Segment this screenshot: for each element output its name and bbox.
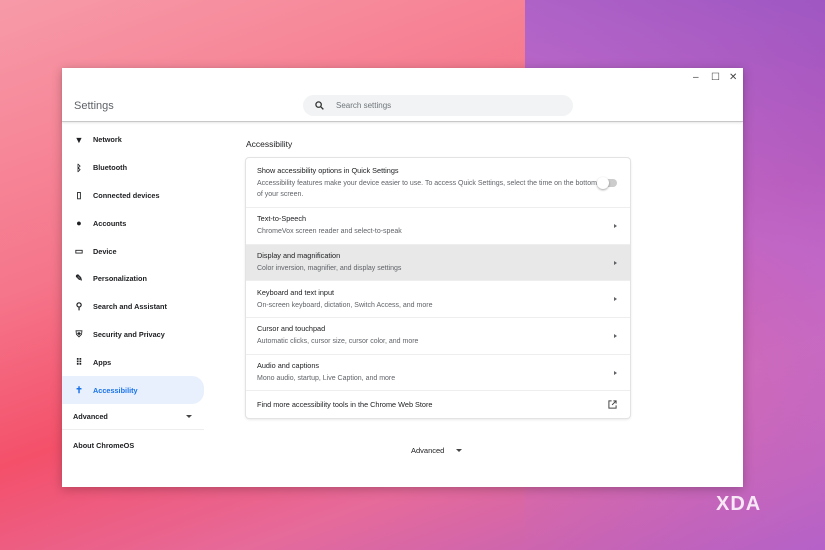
row-desc: On-screen keyboard, dictation, Switch Ac… bbox=[257, 301, 433, 309]
chevron-right-icon bbox=[614, 297, 617, 302]
sidebar: ▼ Network ᛒ Bluetooth ▯ Connected devices ●… bbox=[62, 126, 204, 450]
row-desc: Color inversion, magnifier, and display … bbox=[257, 265, 402, 273]
sidebar-item-about[interactable]: About ChromeOS bbox=[62, 430, 204, 450]
row-title: Audio and captions bbox=[257, 361, 320, 371]
sidebar-item-apps[interactable]: ⠿ Apps bbox=[62, 348, 204, 376]
sidebar-item-label: Accounts bbox=[93, 218, 127, 228]
open-in-new-icon bbox=[608, 400, 617, 410]
chevron-right-icon bbox=[614, 260, 617, 265]
sidebar-item-label: Bluetooth bbox=[93, 163, 128, 173]
sidebar-item-search-and-assistant[interactable]: ⚲ Search and Assistant bbox=[62, 293, 204, 321]
apps-grid-icon: ⠿ bbox=[75, 356, 83, 367]
sidebar-item-label: Network bbox=[93, 135, 122, 145]
brush-icon: ✎ bbox=[75, 273, 83, 284]
sidebar-item-label: Accessibility bbox=[93, 385, 138, 395]
app-title: Settings bbox=[74, 100, 114, 112]
text-to-speech-row[interactable]: Text-to-Speech ChromeVox screen reader an… bbox=[246, 208, 630, 245]
chevron-right-icon bbox=[614, 223, 617, 228]
sidebar-item-connected-devices[interactable]: ▯ Connected devices bbox=[62, 182, 204, 210]
row-desc: Automatic clicks, cursor size, cursor co… bbox=[257, 338, 419, 346]
row-title: Text-to-Speech bbox=[257, 214, 307, 224]
row-desc: Accessibility features make your device … bbox=[257, 179, 597, 198]
wifi-icon: ▼ bbox=[74, 134, 84, 145]
shield-icon: ⛨ bbox=[75, 328, 83, 339]
web-store-link-row[interactable]: Find more accessibility tools in the Chr… bbox=[246, 391, 630, 418]
accessibility-icon: ✝ bbox=[75, 384, 83, 395]
sidebar-item-label: Connected devices bbox=[93, 190, 160, 200]
search-icon: ⚲ bbox=[75, 301, 83, 312]
sidebar-item-personalization[interactable]: ✎ Personalization bbox=[62, 265, 204, 293]
audio-captions-row[interactable]: Audio and captions Mono audio, startup, L… bbox=[246, 355, 630, 392]
row-title: Cursor and touchpad bbox=[257, 324, 326, 334]
chevron-down-icon bbox=[186, 414, 192, 418]
sidebar-item-security-and-privacy[interactable]: ⛨ Security and Privacy bbox=[62, 321, 204, 349]
xda-watermark: XDA bbox=[716, 493, 762, 515]
bluetooth-icon: ᛒ bbox=[76, 162, 82, 173]
cursor-touchpad-row[interactable]: Cursor and touchpad Automatic clicks, cur… bbox=[246, 318, 630, 355]
row-title: Keyboard and text input bbox=[257, 287, 335, 297]
laptop-icon: ▭ bbox=[74, 245, 84, 256]
quick-settings-row[interactable]: Show accessibility options in Quick Sett… bbox=[246, 158, 630, 208]
sidebar-item-accounts[interactable]: ● Accounts bbox=[62, 209, 204, 237]
search-input[interactable]: Search settings bbox=[303, 95, 573, 116]
advanced-label: Advanced bbox=[411, 446, 445, 455]
close-button[interactable]: ✕ bbox=[729, 72, 737, 83]
search-placeholder: Search settings bbox=[336, 101, 392, 110]
advanced-label: Advanced bbox=[73, 411, 108, 421]
chevron-right-icon bbox=[614, 333, 617, 338]
accessibility-card: Show accessibility options in Quick Sett… bbox=[246, 158, 630, 418]
display-magnification-row[interactable]: Display and magnification Color inversion… bbox=[246, 244, 630, 282]
header: Settings Search settings – ☐ ✕ bbox=[62, 68, 743, 122]
chevron-down-icon bbox=[456, 449, 463, 452]
section-title: Accessibility bbox=[246, 139, 293, 149]
row-title: Show accessibility options in Quick Sett… bbox=[257, 165, 399, 175]
sidebar-item-device[interactable]: ▭ Device bbox=[62, 237, 204, 265]
sidebar-item-label: Personalization bbox=[93, 274, 147, 284]
search-icon bbox=[315, 101, 324, 110]
keyboard-text-input-row[interactable]: Keyboard and text input On-screen keyboar… bbox=[246, 281, 630, 319]
sidebar-item-accessibility[interactable]: ✝ Accessibility bbox=[62, 376, 204, 404]
sidebar-item-label: Search and Assistant bbox=[93, 302, 167, 312]
row-title: Display and magnification bbox=[257, 251, 341, 261]
phone-icon: ▯ bbox=[76, 189, 82, 200]
row-desc: Mono audio, startup, Live Caption, and m… bbox=[257, 375, 396, 383]
settings-window: Settings Search settings – ☐ ✕ ▼ Network … bbox=[62, 68, 743, 487]
row-desc: ChromeVox screen reader and select-to-sp… bbox=[257, 228, 402, 236]
quick-settings-toggle[interactable] bbox=[597, 176, 617, 189]
advanced-button[interactable]: Advanced bbox=[411, 446, 463, 455]
sidebar-item-label: Security and Privacy bbox=[93, 329, 165, 339]
sidebar-item-network[interactable]: ▼ Network bbox=[62, 126, 204, 154]
minimize-button[interactable]: – bbox=[693, 72, 699, 83]
person-icon: ● bbox=[76, 218, 82, 229]
sidebar-item-label: Apps bbox=[93, 357, 112, 367]
maximize-button[interactable]: ☐ bbox=[711, 72, 720, 83]
row-title: Find more accessibility tools in the Chr… bbox=[257, 400, 433, 410]
chevron-right-icon bbox=[614, 370, 617, 375]
sidebar-item-label: Device bbox=[93, 246, 117, 256]
sidebar-advanced-toggle[interactable]: Advanced bbox=[62, 404, 204, 430]
sidebar-item-bluetooth[interactable]: ᛒ Bluetooth bbox=[62, 154, 204, 182]
